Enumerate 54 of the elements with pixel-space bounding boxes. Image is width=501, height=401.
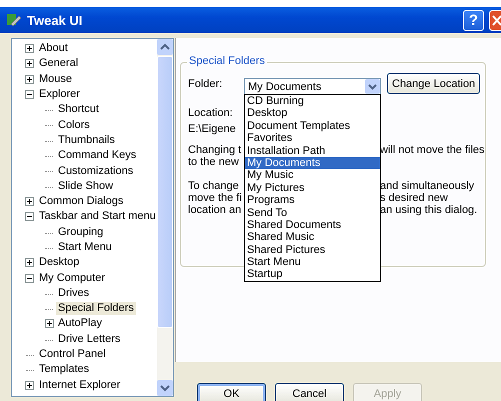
- dropdown-option[interactable]: Installation Path: [245, 144, 380, 157]
- dropdown-option[interactable]: CD Burning: [245, 95, 380, 108]
- tree-item[interactable]: My Computer: [37, 272, 108, 285]
- folder-dropdown[interactable]: My Documents: [244, 78, 381, 95]
- change-location-button[interactable]: Change Location: [387, 73, 480, 94]
- dropdown-option[interactable]: Shared Documents: [245, 218, 380, 232]
- dropdown-option[interactable]: My Documents: [245, 156, 380, 170]
- tree-item[interactable]: Mouse: [37, 72, 74, 86]
- help-button[interactable]: ?: [463, 10, 484, 30]
- tree-item[interactable]: Taskbar and Start menu: [37, 210, 157, 224]
- folder-label: Folder:: [188, 78, 222, 90]
- tree-item[interactable]: Start Menu: [56, 241, 114, 254]
- tree-item[interactable]: Colors: [56, 118, 92, 132]
- tree-item[interactable]: Special Folders: [56, 302, 136, 316]
- tree-item[interactable]: About: [37, 42, 70, 56]
- dropdown-option[interactable]: My Pictures: [245, 182, 380, 194]
- tree-item[interactable]: Customizations: [56, 164, 136, 178]
- location-path: E:\Eigene: [188, 123, 236, 135]
- window-title: Tweak UI: [27, 12, 84, 28]
- dropdown-option[interactable]: Favorites: [245, 132, 380, 145]
- tree-item[interactable]: Thumbnails: [56, 134, 117, 147]
- dropdown-option[interactable]: Desktop: [245, 107, 380, 120]
- description-text: and simultaneously: [380, 180, 474, 192]
- dropdown-option[interactable]: Document Templates: [245, 120, 380, 132]
- description-text: will not move the files: [380, 144, 485, 156]
- group-title: Special Folders: [187, 55, 267, 67]
- description-text: to the new: [188, 156, 238, 168]
- dropdown-option[interactable]: Shared Music: [245, 231, 380, 244]
- dropdown-option[interactable]: Send To: [245, 206, 380, 219]
- dropdown-option[interactable]: Start Menu: [245, 256, 380, 268]
- tree-item[interactable]: Drive Letters: [56, 332, 122, 346]
- tree-item[interactable]: AutoPlay: [56, 317, 104, 330]
- tree-item[interactable]: Shortcut: [56, 103, 101, 116]
- tree-item[interactable]: Command Keys: [56, 149, 138, 162]
- dropdown-option[interactable]: Shared Pictures: [245, 244, 380, 256]
- dialog-button[interactable]: OK: [197, 383, 266, 401]
- tree-item[interactable]: Slide Show: [56, 180, 116, 193]
- dropdown-option[interactable]: Programs: [245, 194, 380, 207]
- description-text: an using this dialog.: [380, 204, 478, 216]
- dialog-button[interactable]: Cancel: [275, 383, 344, 401]
- description-text: To change: [188, 180, 238, 192]
- dropdown-option[interactable]: My Music: [245, 169, 380, 182]
- tree-item[interactable]: Internet Explorer: [37, 378, 122, 392]
- dropdown-option[interactable]: Startup: [245, 268, 380, 281]
- tree-item[interactable]: Common Dialogs: [37, 195, 126, 208]
- tree-item[interactable]: Desktop: [37, 256, 82, 270]
- location-label: Location:: [188, 107, 233, 119]
- description-text: location an: [188, 204, 238, 216]
- tree-item[interactable]: Explorer: [37, 88, 82, 102]
- tree-item[interactable]: Control Panel: [37, 348, 108, 362]
- tree-item[interactable]: Drives: [56, 286, 92, 300]
- tree-item[interactable]: General: [37, 57, 80, 70]
- tree-item[interactable]: Grouping: [56, 226, 106, 239]
- tree-item[interactable]: Templates: [37, 363, 92, 376]
